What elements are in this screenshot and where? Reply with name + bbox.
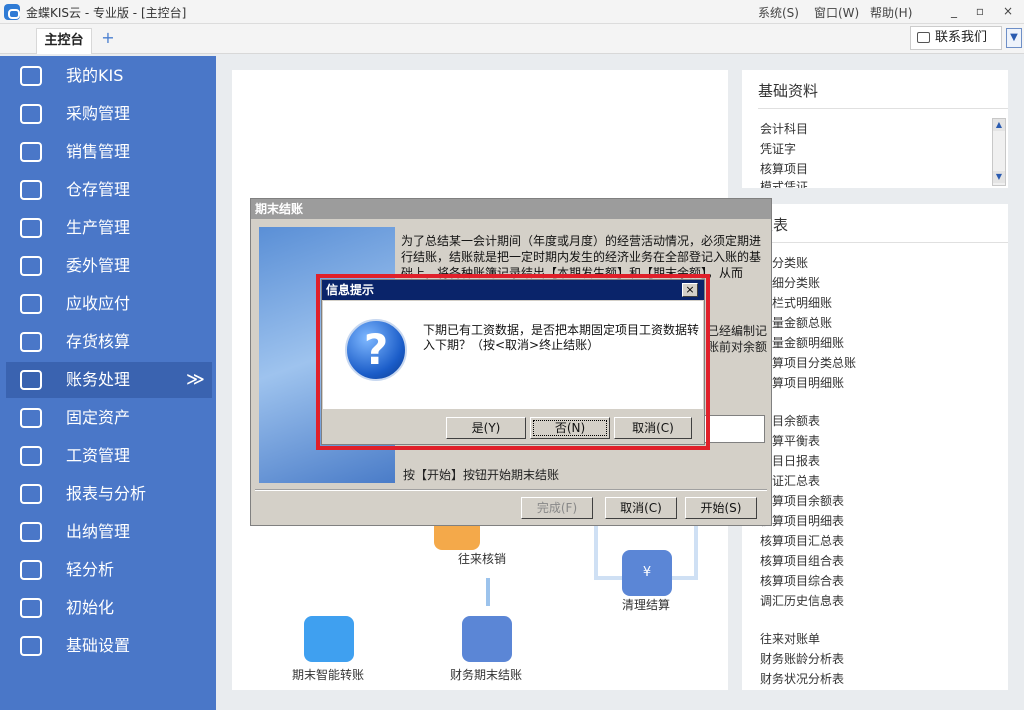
- tab-console[interactable]: 主控台: [36, 28, 92, 54]
- report-link[interactable]: 财务账龄分析表: [760, 650, 844, 667]
- scrollbar[interactable]: ▲ ▼: [992, 118, 1006, 186]
- sidebar: 我的KIS 采购管理 销售管理 仓存管理 生产管理 委外管理 应收应付 存货核算…: [0, 56, 216, 710]
- expand-arrow-icon: ≫: [186, 369, 205, 390]
- sidebar-item-reports[interactable]: 报表与分析: [6, 476, 212, 512]
- report-link[interactable]: 核算项目明细表: [760, 512, 844, 529]
- flow-period-close[interactable]: 财务期末结账: [450, 666, 522, 683]
- cancel-button[interactable]: 取消(C): [605, 497, 677, 519]
- sidebar-item-settings[interactable]: 基础设置: [6, 628, 212, 664]
- window-title: 金蝶KIS云 - 专业版 - [主控台]: [26, 6, 187, 20]
- sidebar-item-purchase[interactable]: 采购管理: [6, 96, 212, 132]
- contact-us-label: 联系我们: [935, 30, 988, 45]
- chart-icon: [20, 484, 42, 504]
- link-items[interactable]: 核算项目: [760, 160, 808, 177]
- warehouse-icon: [20, 180, 42, 200]
- sidebar-item-wages[interactable]: 工资管理: [6, 438, 212, 474]
- report-link[interactable]: 核算项目明细账: [760, 374, 844, 391]
- start-button[interactable]: 开始(S): [685, 497, 757, 519]
- report-link[interactable]: 核算项目组合表: [760, 552, 844, 569]
- app-logo-icon: [4, 4, 20, 20]
- report-link[interactable]: 财务状况分析表: [760, 670, 844, 687]
- message-text: 下期已有工资数据，是否把本期固定项目工资数据转入下期？（按<取消>终止结账）: [423, 323, 700, 352]
- close-icon[interactable]: ×: [682, 283, 698, 297]
- dialog-title: 期末结账: [251, 199, 771, 219]
- tab-bar: 主控台 +: [0, 24, 1024, 54]
- sidebar-item-light-analysis[interactable]: 轻分析: [6, 552, 212, 588]
- link-voucher-type[interactable]: 凭证字: [760, 140, 796, 157]
- reports-panel: 报表 总分类账 明细分类账 多栏式明细账 数量金额总账 数量金额明细账 核算项目…: [742, 204, 1008, 690]
- sidebar-item-my-kis[interactable]: 我的KIS: [6, 58, 212, 94]
- report-link[interactable]: 核算项目汇总表: [760, 532, 844, 549]
- scroll-up-icon[interactable]: ▲: [993, 119, 1005, 131]
- restore-button[interactable]: ▫: [970, 2, 990, 20]
- flow-write-off[interactable]: 往来核销: [458, 550, 506, 567]
- monitor-icon: [20, 66, 42, 86]
- divider: [255, 489, 767, 491]
- no-button[interactable]: 否(N): [530, 417, 610, 439]
- cancel-button[interactable]: 取消(C): [614, 417, 692, 439]
- period-hint: 按【开始】按钮开始期末结账: [403, 468, 560, 482]
- sidebar-item-receivable[interactable]: 应收应付: [6, 286, 212, 322]
- report-link[interactable]: 数量金额明细账: [760, 334, 844, 351]
- report-link[interactable]: 往来对账单: [760, 630, 820, 647]
- scroll-down-icon[interactable]: ▼: [993, 171, 1005, 183]
- question-icon: ?: [345, 319, 407, 381]
- menu-help[interactable]: 帮助(H): [870, 4, 912, 21]
- flow-clear-settle[interactable]: 清理结算: [622, 596, 670, 613]
- message-dialog-title: 信息提示: [322, 280, 704, 300]
- message-body: ? 下期已有工资数据，是否把本期固定项目工资数据转入下期？（按<取消>终止结账）: [323, 301, 703, 409]
- link-accounts[interactable]: 会计科目: [760, 120, 808, 137]
- close-button[interactable]: ×: [998, 2, 1018, 20]
- period-description-cont: 已经编制记账前对余额: [707, 324, 768, 354]
- sidebar-item-production[interactable]: 生产管理: [6, 210, 212, 246]
- ledger-icon: [20, 370, 42, 390]
- message-dialog: 信息提示 × ? 下期已有工资数据，是否把本期固定项目工资数据转入下期？（按<取…: [321, 279, 705, 445]
- sidebar-item-sales[interactable]: 销售管理: [6, 134, 212, 170]
- report-link[interactable]: 核算项目分类总账: [760, 354, 856, 371]
- wage-icon: [20, 446, 42, 466]
- report-link[interactable]: 调汇历史信息表: [760, 592, 844, 609]
- finish-button[interactable]: 完成(F): [521, 497, 593, 519]
- clear-settle-node-icon[interactable]: ¥: [622, 550, 672, 596]
- basic-data-panel: 基础资料 会计科目 凭证字 核算项目 模式凭证: [742, 70, 1008, 188]
- sidebar-item-outsourcing[interactable]: 委外管理: [6, 248, 212, 284]
- sidebar-item-inventory[interactable]: 存货核算: [6, 324, 212, 360]
- cashier-icon: [20, 522, 42, 542]
- panel-title: 基础资料: [758, 82, 819, 100]
- users-icon: [20, 142, 42, 162]
- building-icon: [20, 408, 42, 428]
- sidebar-item-fixed-assets[interactable]: 固定资产: [6, 400, 212, 436]
- smart-transfer-node-icon[interactable]: [304, 616, 354, 662]
- house-search-icon: [20, 332, 42, 352]
- yen-icon: [20, 294, 42, 314]
- link-template[interactable]: 模式凭证: [760, 178, 808, 188]
- sidebar-item-accounting[interactable]: 账务处理 ≫: [6, 362, 212, 398]
- analysis-icon: [20, 560, 42, 580]
- minimize-button[interactable]: _: [944, 2, 964, 20]
- cart-icon: [20, 104, 42, 124]
- title-bar: 金蝶KIS云 - 专业版 - [主控台] 系统(S) 窗口(W) 帮助(H) _…: [0, 0, 1024, 24]
- report-link[interactable]: 核算项目余额表: [760, 492, 844, 509]
- add-tab-icon[interactable]: +: [100, 30, 116, 46]
- hexagon-icon: [20, 218, 42, 238]
- init-icon: [20, 598, 42, 618]
- grid-icon: [20, 256, 42, 276]
- sidebar-item-init[interactable]: 初始化: [6, 590, 212, 626]
- report-link[interactable]: 核算项目综合表: [760, 572, 844, 589]
- contact-us-button[interactable]: 联系我们: [910, 26, 1002, 50]
- sidebar-item-cashier[interactable]: 出纳管理: [6, 514, 212, 550]
- settings-icon: [20, 636, 42, 656]
- chevron-down-icon[interactable]: ▼: [1006, 28, 1022, 48]
- flow-arrow-icon: [486, 578, 490, 606]
- message-icon: [917, 32, 930, 43]
- yes-button[interactable]: 是(Y): [446, 417, 526, 439]
- menu-window[interactable]: 窗口(W): [814, 4, 859, 21]
- menu-system[interactable]: 系统(S): [758, 4, 799, 21]
- period-close-node-icon[interactable]: [462, 616, 512, 662]
- flow-smart-transfer[interactable]: 期末智能转账: [292, 666, 364, 683]
- sidebar-item-warehouse[interactable]: 仓存管理: [6, 172, 212, 208]
